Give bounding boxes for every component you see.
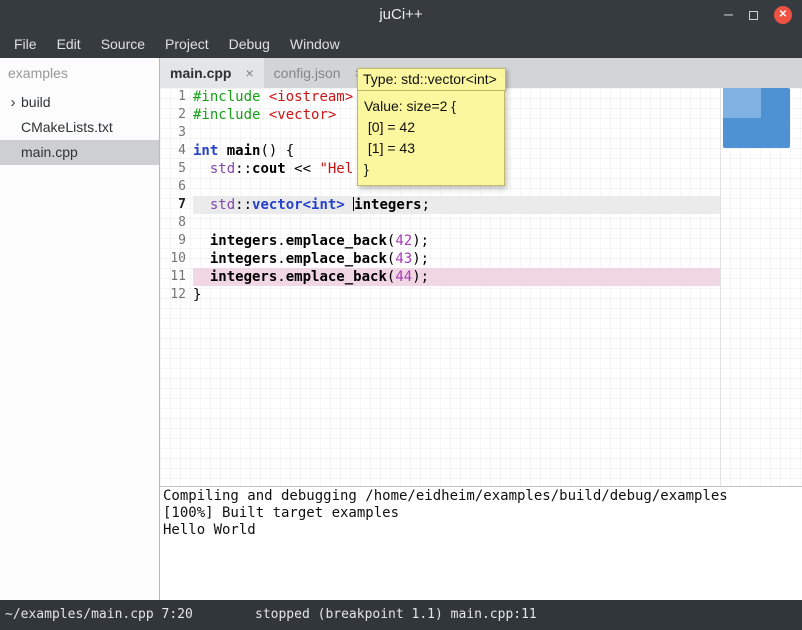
line-number: 12 bbox=[160, 286, 193, 304]
line-number: 6 bbox=[160, 178, 193, 196]
tree-item-main.cpp[interactable]: main.cpp bbox=[0, 140, 159, 165]
tooltip-value-line: Value: size=2 { bbox=[364, 96, 498, 117]
line-number: 5 bbox=[160, 160, 193, 178]
menu-item-file[interactable]: File bbox=[4, 30, 47, 58]
tooltip-value-line: [1] = 43 bbox=[364, 138, 498, 159]
line-number: 10 bbox=[160, 250, 193, 268]
menu-item-debug[interactable]: Debug bbox=[219, 30, 280, 58]
line-number: 7 bbox=[160, 196, 193, 214]
status-file-position: ~/examples/main.cpp 7:20 bbox=[5, 600, 193, 630]
code-line[interactable]: 12} bbox=[160, 286, 802, 304]
tab-close-icon[interactable]: × bbox=[245, 65, 253, 81]
code-text: } bbox=[193, 286, 720, 304]
tab-label: main.cpp bbox=[170, 65, 231, 81]
code-line[interactable]: 10 integers.emplace_back(43); bbox=[160, 250, 802, 268]
line-number: 4 bbox=[160, 142, 193, 160]
line-number: 8 bbox=[160, 214, 193, 232]
code-text: integers.emplace_back(44); bbox=[193, 268, 720, 286]
tree-item-label: main.cpp bbox=[21, 140, 78, 165]
code-text: std::vector<int> integers; bbox=[193, 196, 720, 214]
tooltip-type-line: Type: std::vector<int> bbox=[357, 68, 506, 91]
code-line[interactable]: 11 integers.emplace_back(44); bbox=[160, 268, 802, 286]
tab-main.cpp[interactable]: main.cpp × bbox=[160, 58, 264, 88]
tree-item-build[interactable]: ›build bbox=[0, 90, 159, 115]
tab-label: config.json bbox=[274, 65, 341, 81]
window-controls: – ✕ bbox=[724, 0, 792, 30]
window-title: juCi++ bbox=[0, 0, 802, 30]
close-icon[interactable]: ✕ bbox=[774, 6, 792, 24]
line-number: 1 bbox=[160, 88, 193, 106]
line-number: 3 bbox=[160, 124, 193, 142]
minimize-icon[interactable]: – bbox=[724, 0, 733, 30]
menu-bar: FileEditSourceProjectDebugWindow bbox=[0, 30, 802, 58]
debug-tooltip: Type: std::vector<int> Value: size=2 { [… bbox=[357, 68, 506, 186]
file-tree: ›buildCMakeLists.txtmain.cpp bbox=[0, 90, 159, 165]
menu-item-source[interactable]: Source bbox=[91, 30, 155, 58]
sidebar: examples ›buildCMakeLists.txtmain.cpp bbox=[0, 58, 159, 600]
tree-item-label: CMakeLists.txt bbox=[21, 115, 113, 140]
code-text: integers.emplace_back(42); bbox=[193, 232, 720, 250]
terminal-line: Compiling and debugging /home/eidheim/ex… bbox=[163, 488, 802, 505]
tooltip-value-block: Value: size=2 { [0] = 42 [1] = 43} bbox=[357, 91, 505, 186]
tooltip-value-line: } bbox=[364, 159, 498, 180]
terminal-line: [100%] Built target examples bbox=[163, 505, 802, 522]
status-bar: ~/examples/main.cpp 7:20 stopped (breakp… bbox=[0, 600, 802, 630]
scroll-overview[interactable] bbox=[723, 88, 790, 148]
menu-item-project[interactable]: Project bbox=[155, 30, 219, 58]
right-margin-line bbox=[720, 88, 721, 486]
tooltip-value-line: [0] = 42 bbox=[364, 117, 498, 138]
titlebar: juCi++ – ✕ bbox=[0, 0, 802, 30]
menu-item-edit[interactable]: Edit bbox=[47, 30, 91, 58]
menu-item-window[interactable]: Window bbox=[280, 30, 350, 58]
terminal-output[interactable]: Compiling and debugging /home/eidheim/ex… bbox=[160, 487, 802, 600]
code-line[interactable]: 9 integers.emplace_back(42); bbox=[160, 232, 802, 250]
expander-icon[interactable]: › bbox=[5, 90, 21, 115]
terminal-line: Hello World bbox=[163, 522, 802, 539]
tree-item-label: build bbox=[21, 90, 51, 115]
line-number: 11 bbox=[160, 268, 193, 286]
code-text bbox=[193, 214, 720, 232]
tree-item-CMakeLists.txt[interactable]: CMakeLists.txt bbox=[0, 115, 159, 140]
scroll-overview-highlight bbox=[723, 88, 761, 118]
project-name: examples bbox=[0, 58, 159, 90]
code-line[interactable]: 7 std::vector<int> integers; bbox=[160, 196, 802, 214]
code-line[interactable]: 8 bbox=[160, 214, 802, 232]
maximize-icon[interactable] bbox=[749, 11, 758, 20]
line-number: 2 bbox=[160, 106, 193, 124]
status-debug-state: stopped (breakpoint 1.1) main.cpp:11 bbox=[255, 600, 537, 630]
code-text: integers.emplace_back(43); bbox=[193, 250, 720, 268]
line-number: 9 bbox=[160, 232, 193, 250]
